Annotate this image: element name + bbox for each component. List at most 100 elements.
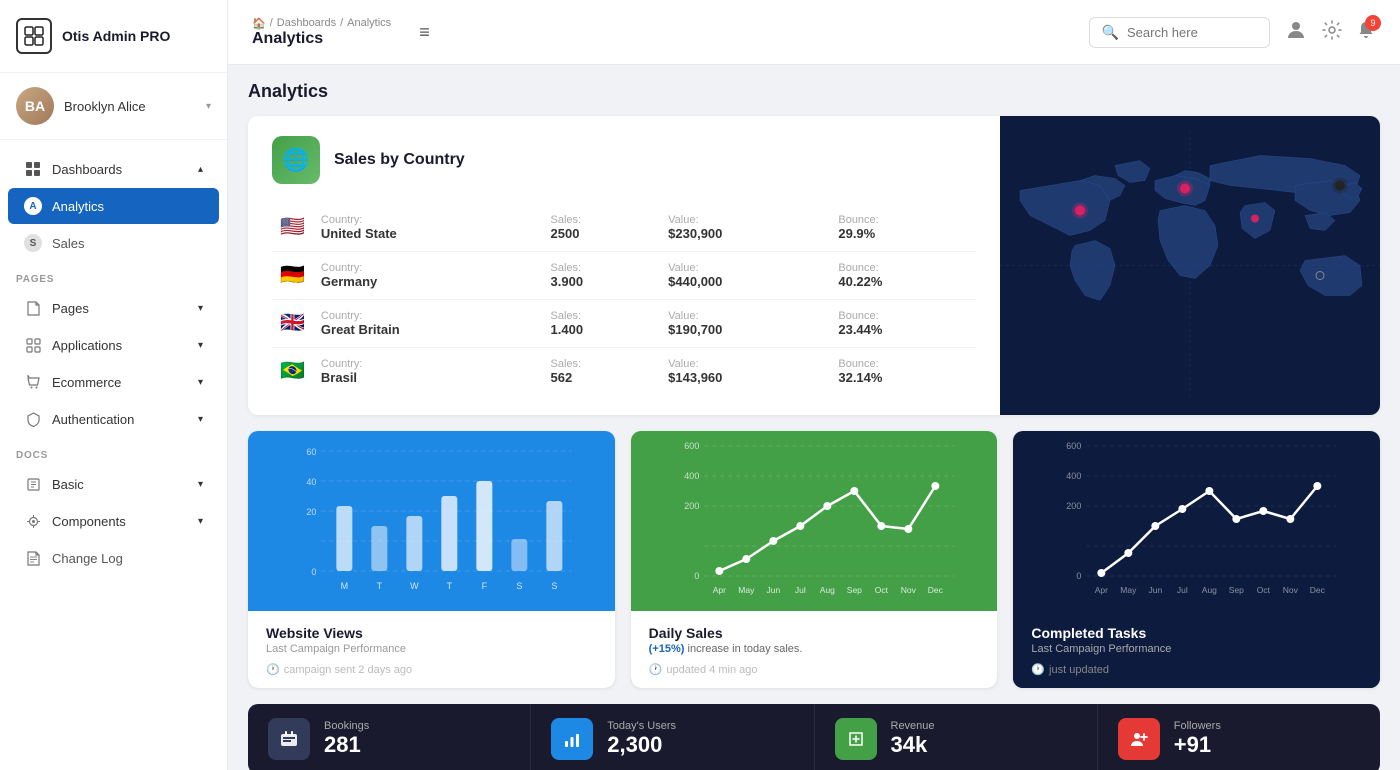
daily-sales-highlight: (+15%) [649, 643, 685, 655]
followers-icon [1118, 718, 1160, 760]
completed-tasks-chart: 600 400 200 0 [1013, 431, 1380, 611]
ecommerce-icon [24, 373, 42, 391]
authentication-icon [24, 410, 42, 428]
ecommerce-chevron-icon: ▾ [198, 377, 203, 388]
sidebar-item-basic[interactable]: Basic ▾ [8, 466, 219, 502]
stat-bookings-info: Bookings 281 [324, 720, 369, 758]
today-users-icon [551, 718, 593, 760]
applications-icon [24, 336, 42, 354]
sidebar-label-analytics: Analytics [52, 199, 104, 214]
svg-text:Aug: Aug [819, 585, 834, 595]
user-chevron-icon: ▾ [206, 101, 211, 112]
stat-followers-value: +91 [1174, 732, 1221, 758]
sidebar-item-applications[interactable]: Applications ▾ [8, 327, 219, 363]
stat-today-users: Today's Users 2,300 [531, 704, 814, 770]
svg-text:Jun: Jun [1149, 585, 1163, 595]
revenue-icon [835, 718, 877, 760]
notification-badge: 9 [1365, 15, 1381, 31]
settings-icon[interactable] [1322, 20, 1342, 45]
stat-followers: Followers +91 [1098, 704, 1380, 770]
svg-text:M: M [341, 581, 349, 591]
dashboards-chevron-icon: ▴ [198, 164, 203, 175]
daily-sales-chart: 600 400 200 0 [631, 431, 998, 611]
completed-tasks-info: Completed Tasks Last Campaign Performanc… [1013, 611, 1380, 688]
daily-sales-card: 600 400 200 0 [631, 431, 998, 688]
daily-sales-subtitle-text: increase in today sales. [688, 643, 803, 655]
sales-by-country-card: 🌐 Sales by Country 🇺🇸 Country: United St… [248, 116, 1380, 415]
bar-chart-svg: 60 40 20 0 M T [248, 431, 615, 611]
topbar-left: 🏠 / Dashboards / Analytics Analytics [252, 17, 391, 48]
svg-text:Jun: Jun [766, 585, 780, 595]
svg-text:0: 0 [694, 571, 699, 581]
table-row: 🇬🇧 Country: Great Britain Sales: 1.400 V… [272, 300, 976, 348]
sidebar-item-analytics[interactable]: A Analytics [8, 188, 219, 224]
logo-icon [16, 18, 52, 54]
globe-icon: 🌐 [272, 136, 320, 184]
website-views-title: Website Views [266, 625, 597, 641]
svg-text:600: 600 [1067, 441, 1082, 451]
sidebar-item-components[interactable]: Components ▾ [8, 503, 219, 539]
svg-text:0: 0 [311, 567, 316, 577]
map-section [1000, 116, 1380, 415]
user-avatar-icon[interactable] [1284, 18, 1308, 47]
svg-text:Apr: Apr [712, 585, 725, 595]
analytics-badge: A [24, 197, 42, 215]
website-views-chart: 60 40 20 0 M T [248, 431, 615, 611]
authentication-chevron-icon: ▾ [198, 414, 203, 425]
breadcrumb-dashboards[interactable]: Dashboards [277, 17, 336, 29]
user-name: Brooklyn Alice [64, 99, 146, 114]
hamburger-icon[interactable]: ≡ [419, 22, 430, 43]
stat-followers-label: Followers [1174, 720, 1221, 732]
search-input[interactable] [1127, 25, 1257, 40]
sidebar-item-authentication[interactable]: Authentication ▾ [8, 401, 219, 437]
svg-text:May: May [1121, 585, 1138, 595]
avatar: BA [16, 87, 54, 125]
completed-tasks-subtitle: Last Campaign Performance [1031, 643, 1362, 655]
svg-text:W: W [410, 581, 419, 591]
sidebar-item-pages[interactable]: Pages ▾ [8, 290, 219, 326]
stat-today-users-info: Today's Users 2,300 [607, 720, 676, 758]
svg-text:40: 40 [306, 477, 316, 487]
svg-text:T: T [447, 581, 453, 591]
sales-badge: S [24, 234, 42, 252]
search-box: 🔍 [1089, 17, 1270, 48]
user-profile[interactable]: BA Brooklyn Alice ▾ [0, 73, 227, 140]
sidebar-label-sales: Sales [52, 236, 85, 251]
svg-text:0: 0 [1077, 571, 1082, 581]
svg-text:600: 600 [684, 441, 699, 451]
svg-text:Jul: Jul [795, 585, 806, 595]
sidebar-item-sales[interactable]: S Sales [8, 225, 219, 261]
svg-text:200: 200 [684, 501, 699, 511]
stat-bookings-value: 281 [324, 732, 369, 758]
sidebar: Otis Admin PRO BA Brooklyn Alice ▾ Dashb… [0, 0, 228, 770]
stat-bookings-label: Bookings [324, 720, 369, 732]
notification-wrapper: 9 [1356, 20, 1376, 45]
sidebar-item-ecommerce[interactable]: Ecommerce ▾ [8, 364, 219, 400]
sidebar-item-dashboards[interactable]: Dashboards ▴ [8, 151, 219, 187]
card-title: Sales by Country [334, 151, 465, 169]
completed-tasks-meta: 🕐 just updated [1031, 663, 1362, 676]
sidebar-label-components: Components [52, 514, 126, 529]
sidebar-label-applications: Applications [52, 338, 122, 353]
sidebar-nav: Dashboards ▴ A Analytics S Sales PAGES P… [0, 140, 227, 770]
applications-chevron-icon: ▾ [198, 340, 203, 351]
line-chart-green-svg: 600 400 200 0 [631, 431, 998, 611]
sidebar-item-changelog[interactable]: Change Log [8, 540, 219, 576]
sidebar-logo: Otis Admin PRO [0, 0, 227, 73]
docs-section-label: DOCS [0, 438, 227, 465]
page-header: Analytics [248, 81, 1380, 102]
pages-chevron-icon: ▾ [198, 303, 203, 314]
svg-text:Dec: Dec [927, 585, 943, 595]
svg-text:S: S [516, 581, 522, 591]
page-header-title: Analytics [248, 81, 1380, 102]
sales-table-section: 🌐 Sales by Country 🇺🇸 Country: United St… [248, 116, 1000, 415]
clock-icon-2: 🕐 [649, 663, 663, 676]
svg-text:400: 400 [1067, 471, 1082, 481]
country-table: 🇺🇸 Country: United State Sales: 2500 Val… [272, 204, 976, 395]
website-views-subtitle: Last Campaign Performance [266, 643, 597, 655]
website-views-meta: 🕐 campaign sent 2 days ago [266, 663, 597, 676]
svg-text:Sep: Sep [1229, 585, 1244, 595]
svg-text:Jul: Jul [1177, 585, 1188, 595]
basic-icon [24, 475, 42, 493]
svg-text:Oct: Oct [1257, 585, 1271, 595]
